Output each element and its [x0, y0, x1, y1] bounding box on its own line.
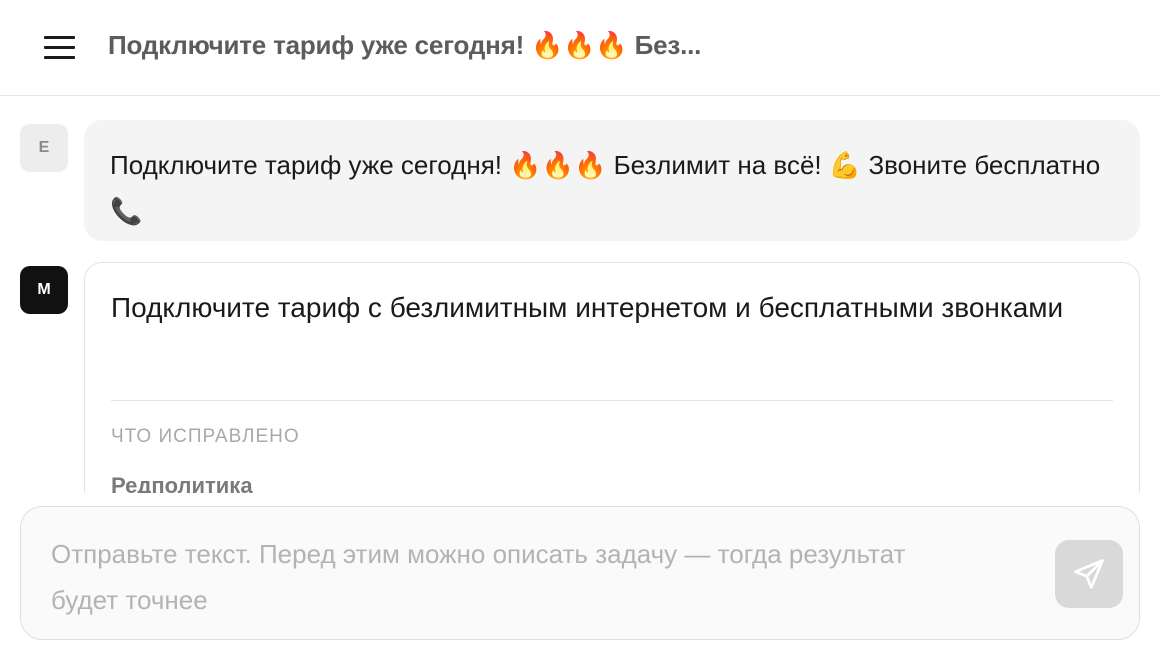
menu-icon-line	[44, 35, 75, 39]
send-icon	[1074, 559, 1104, 589]
send-button[interactable]	[1055, 540, 1123, 608]
menu-icon-line	[44, 55, 75, 59]
composer	[20, 506, 1140, 640]
message-list: E Подключите тариф уже сегодня! 🔥🔥🔥 Безл…	[0, 97, 1160, 493]
model-message: Подключите тариф с безлимитным интернето…	[84, 262, 1140, 493]
menu-icon-line	[44, 45, 75, 49]
model-avatar: M	[20, 266, 68, 314]
fixes-item: Редполитика	[111, 473, 253, 493]
chat-app: Подключите тариф уже сегодня! 🔥🔥🔥 Без...…	[0, 0, 1160, 660]
fixes-heading: ЧТО ИСПРАВЛЕНО	[111, 426, 300, 447]
chat-title: Подключите тариф уже сегодня! 🔥🔥🔥 Без...	[108, 30, 702, 60]
user-message-text: Подключите тариф уже сегодня! 🔥🔥🔥 Безлим…	[110, 150, 1101, 226]
menu-button[interactable]	[40, 30, 80, 64]
model-message-text: Подключите тариф с безлимитным интернето…	[111, 292, 1064, 323]
header: Подключите тариф уже сегодня! 🔥🔥🔥 Без...	[0, 0, 1160, 96]
divider	[111, 400, 1113, 401]
message-input[interactable]	[51, 531, 951, 627]
user-message: Подключите тариф уже сегодня! 🔥🔥🔥 Безлим…	[84, 120, 1140, 241]
user-avatar: E	[20, 124, 68, 172]
